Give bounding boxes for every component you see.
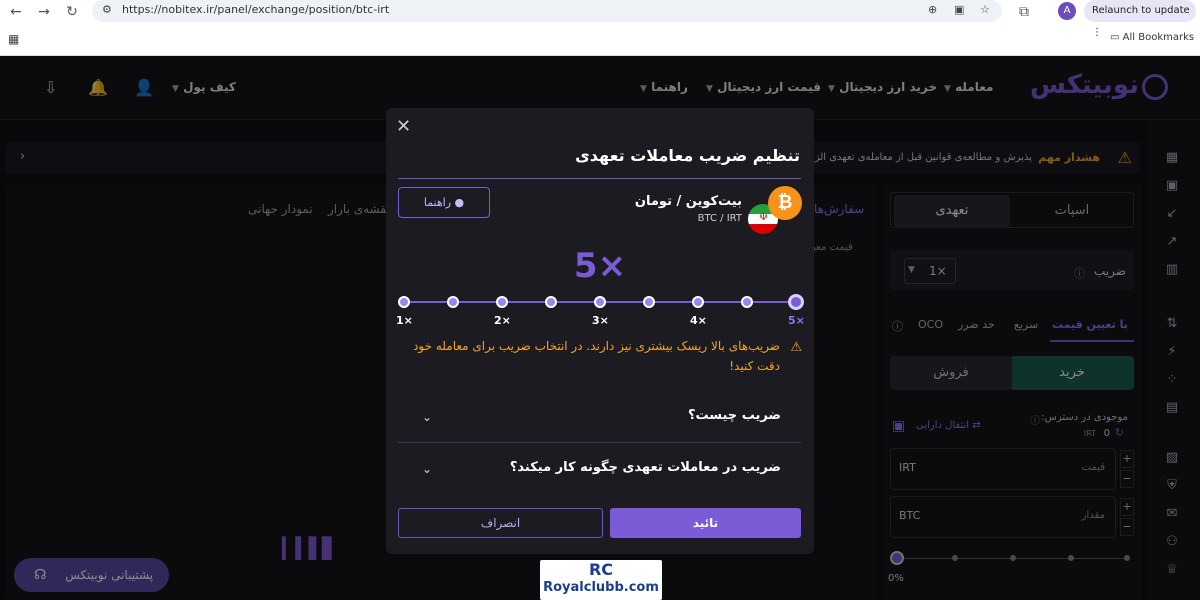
chevron-down-icon[interactable]: ⌄ xyxy=(422,462,432,476)
apps-grid-icon[interactable]: ▦ xyxy=(8,32,19,46)
url-text: https://nobitex.ir/panel/exchange/positi… xyxy=(122,3,390,16)
leverage-level-label[interactable]: 5× xyxy=(788,314,805,327)
address-bar[interactable]: ⚙ https://nobitex.ir/panel/exchange/posi… xyxy=(92,0,1002,22)
relaunch-label: Relaunch to update xyxy=(1092,5,1190,16)
bitcoin-icon: ₿ xyxy=(768,186,802,220)
faq-divider xyxy=(398,442,801,443)
watermark-mark: RC xyxy=(588,560,614,579)
zoom-icon[interactable]: ⊕ xyxy=(928,3,937,16)
modal-title: تنظیم ضریب معاملات تعهدی xyxy=(575,146,800,165)
all-bookmarks-label: All Bookmarks xyxy=(1122,32,1195,43)
leverage-modal: ✕ تنظیم ضریب معاملات تعهدی ● راهنما ☫ ₿ … xyxy=(386,108,814,554)
leverage-slider-step[interactable] xyxy=(496,296,508,308)
faq-item[interactable]: ضریب در معاملات تعهدی چگونه کار میکند؟ ⌄ xyxy=(398,444,801,494)
cast-icon[interactable]: ▣ xyxy=(954,3,964,16)
leverage-slider-step[interactable] xyxy=(447,296,459,308)
site-info-icon[interactable]: ⚙ xyxy=(102,3,112,16)
pair-symbol: BTC / IRT xyxy=(697,213,742,224)
profile-avatar[interactable]: A xyxy=(1058,2,1076,20)
back-icon[interactable]: ← xyxy=(6,2,26,22)
leverage-warning-text: ضریب‌های بالا ریسک بیشتری نیز دارند. در … xyxy=(413,339,780,373)
faq-question: ضریب چیست؟ xyxy=(687,408,781,423)
faq-question: ضریب در معاملات تعهدی چگونه کار میکند؟ xyxy=(509,460,781,475)
leverage-slider-step[interactable] xyxy=(594,296,606,308)
watermark-text: Royalclubb.com xyxy=(543,580,659,595)
cancel-button[interactable]: انصراف xyxy=(398,508,603,538)
info-icon: ● xyxy=(454,196,465,209)
faq-item[interactable]: ضریب چیست؟ ⌄ xyxy=(398,392,801,442)
leverage-value: 5× xyxy=(573,246,627,286)
leverage-slider-step[interactable] xyxy=(398,296,410,308)
browser-chrome: ← → ↻ ⚙ https://nobitex.ir/panel/exchang… xyxy=(0,0,1200,56)
chevron-down-icon[interactable]: ⌄ xyxy=(422,410,432,424)
emblem-icon: ☫ xyxy=(759,212,768,223)
leverage-level-label[interactable]: 1× xyxy=(396,314,413,327)
leverage-slider-step[interactable] xyxy=(545,296,557,308)
watermark-logo: RC Royalclubb.com xyxy=(540,560,662,600)
bookmark-star-icon[interactable]: ☆ xyxy=(980,3,990,16)
leverage-slider-handle[interactable] xyxy=(788,294,804,310)
guide-button[interactable]: ● راهنما xyxy=(398,187,490,218)
warning-icon: ⚠ xyxy=(790,340,802,355)
title-divider xyxy=(398,178,801,179)
leverage-level-label[interactable]: 2× xyxy=(494,314,511,327)
relaunch-button[interactable]: Relaunch to update ⋮ xyxy=(1084,0,1196,38)
guide-label: راهنما xyxy=(423,196,452,209)
leverage-slider-step[interactable] xyxy=(741,296,753,308)
pair-name: بیت‌کوین / تومان xyxy=(634,194,742,209)
forward-icon[interactable]: → xyxy=(34,2,54,22)
all-bookmarks[interactable]: ▭ All Bookmarks xyxy=(1110,32,1194,43)
close-icon[interactable]: ✕ xyxy=(396,116,411,137)
confirm-button[interactable]: تائید xyxy=(610,508,801,538)
leverage-level-label[interactable]: 4× xyxy=(690,314,707,327)
reload-icon[interactable]: ↻ xyxy=(62,2,82,22)
leverage-level-label[interactable]: 3× xyxy=(592,314,609,327)
leverage-slider-step[interactable] xyxy=(692,296,704,308)
extensions-icon[interactable]: ⧉ xyxy=(1014,2,1034,22)
leverage-slider-step[interactable] xyxy=(643,296,655,308)
